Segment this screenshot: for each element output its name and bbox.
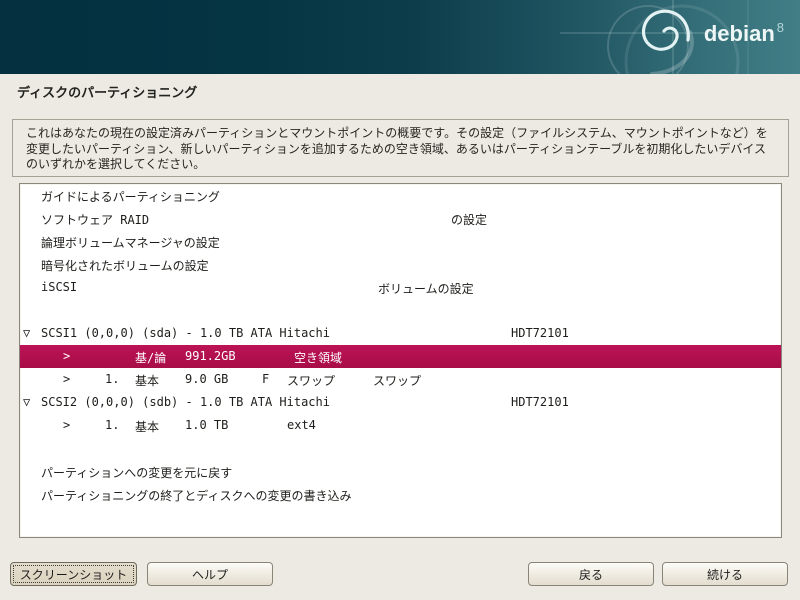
menu-guided-partitioning[interactable]: ガイドによるパーティショニング <box>20 184 781 207</box>
menu-configure-software-raid[interactable]: ソフトウェア RAID の設定 <box>20 207 781 230</box>
help-button-label: ヘルプ <box>192 566 228 583</box>
row-marker-icon: > <box>63 372 70 386</box>
menu-undo-changes[interactable]: パーティションへの変更を元に戻す <box>20 460 781 483</box>
partition-list: ガイドによるパーティショニングソフトウェア RAID の設定論理ボリュームマネージ… <box>19 183 782 538</box>
menu-configure-lvm[interactable]: 論理ボリュームマネージャの設定 <box>20 230 781 253</box>
page-title: ディスクのパーティショニング <box>17 82 197 101</box>
help-button[interactable]: ヘルプ <box>147 562 273 586</box>
partition-sda1-swap[interactable]: >1. 基本 9.0 GB F スワップ スワップ <box>20 368 781 391</box>
back-button[interactable]: 戻る <box>528 562 654 586</box>
disk-sda-header[interactable]: ▽ SCSI1 (0,0,0) (sda) - 1.0 TB ATA Hitach… <box>20 322 781 345</box>
cell-text: 1. <box>105 418 119 432</box>
brand-version: 8 <box>777 20 784 35</box>
spacer-row <box>20 437 781 460</box>
continue-button-label: 続ける <box>707 566 743 583</box>
cell-text: SCSI2 (0,0,0) (sdb) - 1.0 TB ATA Hitachi <box>41 395 330 409</box>
cell-text: 基本 <box>135 418 159 435</box>
menu-configure-iscsi[interactable]: iSCSI ボリュームの設定 <box>20 276 781 299</box>
cell-text: 9.0 GB <box>185 372 228 386</box>
cell-text: iSCSI <box>41 280 77 294</box>
cell-text: の設定 <box>451 211 487 228</box>
cell-text: HDT72101 <box>511 326 569 340</box>
cell-text: 暗号化されたボリュームの設定 <box>41 257 209 274</box>
continue-button[interactable]: 続ける <box>662 562 788 586</box>
cell-text: 1. <box>105 372 119 386</box>
screenshot-button[interactable]: スクリーンショット <box>10 562 137 586</box>
cell-text: 1.0 TB <box>185 418 228 432</box>
cell-text: パーティションへの変更を元に戻す <box>41 464 232 481</box>
cell-text: F <box>262 372 269 386</box>
back-button-label: 戻る <box>579 566 603 583</box>
cell-text: スワップ <box>373 372 421 389</box>
cell-text: 論理ボリュームマネージャの設定 <box>41 234 220 251</box>
cell-text: 空き領域 <box>294 349 342 366</box>
cell-text: ボリュームの設定 <box>378 280 474 297</box>
cell-text: 基/論 <box>135 349 166 366</box>
cell-text: 基本 <box>135 372 159 389</box>
screenshot-button-label: スクリーンショット <box>20 566 127 583</box>
cell-text: ext4 <box>287 418 316 432</box>
partition-sda-free-space[interactable]: > 基/論 991.2GB 空き領域 <box>20 345 781 368</box>
cell-text: ガイドによるパーティショニング <box>41 188 220 205</box>
cell-text: HDT72101 <box>511 395 569 409</box>
expander-down-icon: ▽ <box>23 326 30 340</box>
intro-box: これはあなたの現在の設定済みパーティションとマウントポイントの概要です。その設定… <box>12 119 789 177</box>
brand-name: debian <box>704 21 775 46</box>
menu-finish-partitioning[interactable]: パーティショニングの終了とディスクへの変更の書き込み <box>20 483 781 506</box>
menu-configure-encrypted-volumes[interactable]: 暗号化されたボリュームの設定 <box>20 253 781 276</box>
banner: debian8 <box>0 0 800 74</box>
brand-logo: debian8 <box>704 21 784 47</box>
cell-text: ソフトウェア RAID <box>41 211 149 228</box>
intro-text: これはあなたの現在の設定済みパーティションとマウントポイントの概要です。その設定… <box>26 126 768 171</box>
cell-text: SCSI1 (0,0,0) (sda) - 1.0 TB ATA Hitachi <box>41 326 330 340</box>
partition-sdb1-ext4[interactable]: >1. 基本 1.0 TB ext4 <box>20 414 781 437</box>
cell-text: パーティショニングの終了とディスクへの変更の書き込み <box>41 487 351 504</box>
row-marker-icon: > <box>63 418 70 432</box>
spacer-row <box>20 299 781 322</box>
cell-text: スワップ <box>287 372 335 389</box>
disk-sdb-header[interactable]: ▽ SCSI2 (0,0,0) (sdb) - 1.0 TB ATA Hitach… <box>20 391 781 414</box>
row-marker-icon: > <box>63 349 70 363</box>
cell-text: 991.2GB <box>185 349 236 363</box>
expander-down-icon: ▽ <box>23 395 30 409</box>
